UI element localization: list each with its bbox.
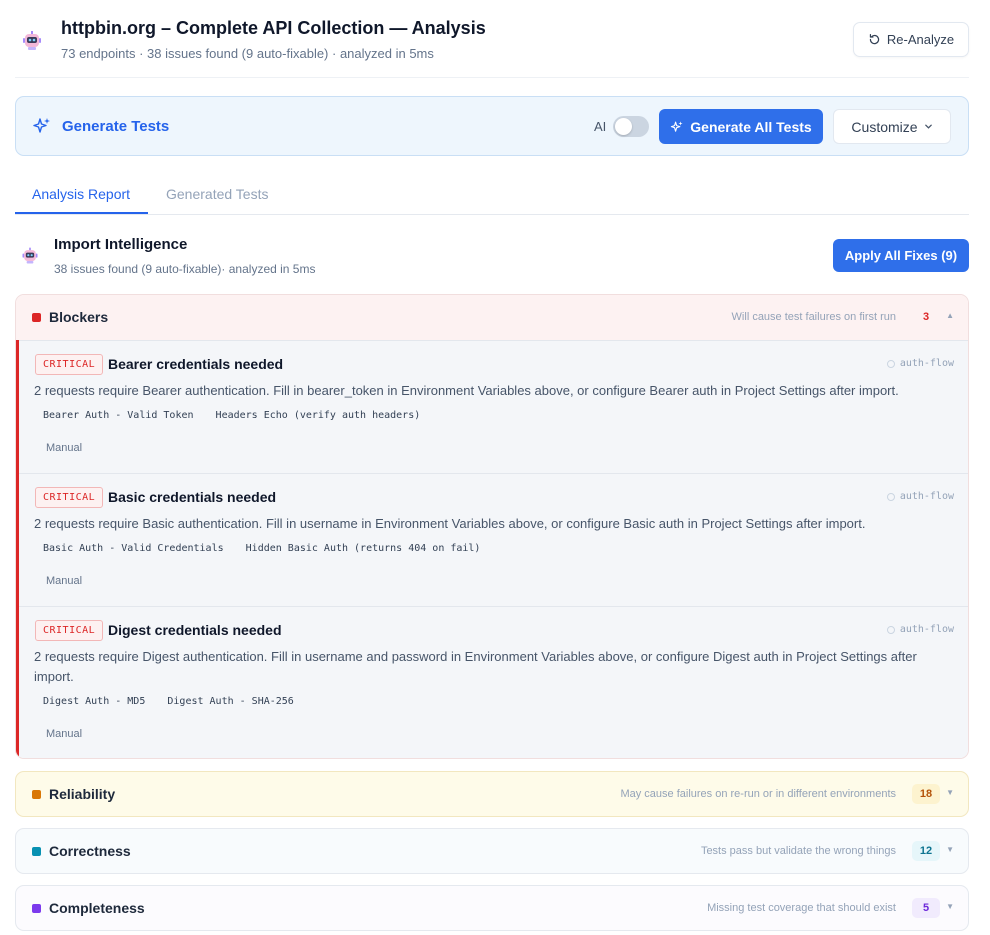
issue-tag-label: auth-flow (899, 358, 954, 369)
issue-tag-label: auth-flow (899, 624, 954, 635)
request-chip[interactable]: Hidden Basic Auth (returns 404 on fail) (246, 543, 481, 554)
issue-tag-label: auth-flow (899, 491, 954, 502)
issue-title: Bearer credentials needed (108, 356, 284, 372)
section-name: Correctness (49, 843, 131, 859)
issue-description: 2 requests require Digest authentication… (34, 649, 917, 684)
reanalyze-label: Re-Analyze (886, 32, 955, 47)
issue-description: 2 requests require Basic authentication.… (34, 516, 866, 531)
section-count-badge: 5 (912, 898, 940, 918)
request-chip[interactable]: Digest Auth - SHA-256 (167, 696, 293, 707)
section-count-badge: 3 (922, 311, 930, 323)
tab-generated-tests[interactable]: Generated Tests (166, 186, 268, 202)
section-blockers: Blockers Will cause test failures on fir… (15, 294, 969, 759)
page-title: httpbin.org – Complete API Collection — … (61, 18, 486, 38)
active-tab-indicator (15, 212, 148, 214)
import-intelligence-subtitle: 38 issues found (9 auto-fixable)· analyz… (54, 262, 316, 276)
ai-toggle-label: AI (594, 119, 607, 134)
generate-all-tests-label: Generate All Tests (690, 118, 812, 135)
section-description: May cause failures on re-run or in diffe… (620, 788, 896, 800)
section-name: Completeness (49, 900, 145, 916)
robot-logo-icon (23, 31, 41, 50)
issue-title: Digest credentials needed (108, 622, 282, 638)
correctness-dot (32, 847, 41, 856)
issue-tag: auth-flow (886, 491, 954, 502)
severity-badge: CRITICAL (35, 354, 104, 375)
issue-tag: auth-flow (886, 358, 954, 369)
request-chip[interactable]: Headers Echo (verify auth headers) (216, 410, 421, 421)
affected-requests: Digest Auth - MD5 Digest Auth - SHA-256 (43, 696, 310, 707)
section-description: Tests pass but validate the wrong things (700, 845, 896, 857)
chevron-down-icon[interactable]: ▼ (946, 845, 954, 854)
sparkles-icon (33, 118, 50, 133)
affected-requests: Basic Auth - Valid Credentials Hidden Ba… (43, 543, 496, 554)
chevron-down-icon[interactable]: ▼ (946, 902, 954, 911)
section-reliability: Reliability May cause failures on re-run… (15, 771, 969, 817)
reliability-dot (32, 790, 41, 799)
customize-label: Customize (851, 118, 918, 135)
issue-item: CRITICAL Basic credentials needed auth-f… (19, 473, 968, 606)
section-header-completeness[interactable]: Completeness Missing test coverage that … (16, 886, 968, 930)
fix-mode-label: Manual (46, 442, 83, 454)
robot-logo-icon (22, 247, 38, 264)
reanalyze-button[interactable]: Re-Analyze (853, 22, 969, 57)
ai-toggle-knob (615, 118, 632, 135)
section-description: Missing test coverage that should exist (707, 902, 896, 914)
section-header-reliability[interactable]: Reliability May cause failures on re-run… (16, 772, 968, 816)
customize-dropdown[interactable]: Customize (833, 109, 951, 144)
generate-tests-bar: Generate Tests AI Generate All Tests Cus… (15, 96, 969, 156)
ai-toggle[interactable] (613, 116, 649, 137)
sparkles-icon (671, 120, 683, 132)
blockers-dot (32, 313, 41, 322)
request-chip[interactable]: Basic Auth - Valid Credentials (43, 543, 224, 554)
refresh-icon (869, 34, 880, 45)
section-name: Reliability (49, 786, 116, 802)
completeness-dot (32, 904, 41, 913)
issue-item: CRITICAL Digest credentials needed auth-… (19, 606, 968, 758)
request-chip[interactable]: Digest Auth - MD5 (43, 696, 145, 707)
issue-tag: auth-flow (886, 624, 954, 635)
chevron-down-icon (924, 124, 932, 129)
circle-icon (886, 492, 895, 501)
issue-item: CRITICAL Bearer credentials needed auth-… (19, 340, 968, 473)
affected-requests: Bearer Auth - Valid Token Headers Echo (… (43, 410, 436, 421)
issue-description: 2 requests require Bearer authentication… (34, 383, 899, 398)
circle-icon (886, 359, 895, 368)
section-count-badge: 12 (912, 841, 940, 861)
blockers-issue-list: CRITICAL Bearer credentials needed auth-… (16, 340, 968, 758)
section-header-blockers[interactable]: Blockers Will cause test failures on fir… (16, 295, 968, 340)
issue-title: Basic credentials needed (108, 489, 277, 505)
chevron-up-icon[interactable]: ▲ (946, 311, 954, 320)
section-name: Blockers (49, 309, 109, 325)
section-count-badge: 18 (912, 784, 940, 804)
fix-mode-label: Manual (46, 575, 83, 587)
section-correctness: Correctness Tests pass but validate the … (15, 828, 969, 874)
section-header-correctness[interactable]: Correctness Tests pass but validate the … (16, 829, 968, 873)
import-intelligence-title: Import Intelligence (54, 236, 188, 253)
apply-all-fixes-button[interactable]: Apply All Fixes (9) (833, 239, 969, 272)
section-description: Will cause test failures on first run (731, 311, 896, 323)
severity-badge: CRITICAL (35, 487, 104, 508)
generate-all-tests-button[interactable]: Generate All Tests (659, 109, 823, 144)
circle-icon (886, 625, 895, 634)
generate-tests-label: Generate Tests (62, 118, 170, 135)
section-completeness: Completeness Missing test coverage that … (15, 885, 969, 931)
tab-bar: Analysis Report Generated Tests (15, 176, 969, 215)
request-chip[interactable]: Bearer Auth - Valid Token (43, 410, 194, 421)
page-header: httpbin.org – Complete API Collection — … (15, 0, 969, 78)
chevron-down-icon[interactable]: ▼ (946, 788, 954, 797)
page-subtitle: 73 endpoints · 38 issues found (9 auto-f… (61, 46, 434, 61)
severity-badge: CRITICAL (35, 620, 104, 641)
tab-analysis-report[interactable]: Analysis Report (32, 186, 130, 202)
fix-mode-label: Manual (46, 728, 83, 740)
